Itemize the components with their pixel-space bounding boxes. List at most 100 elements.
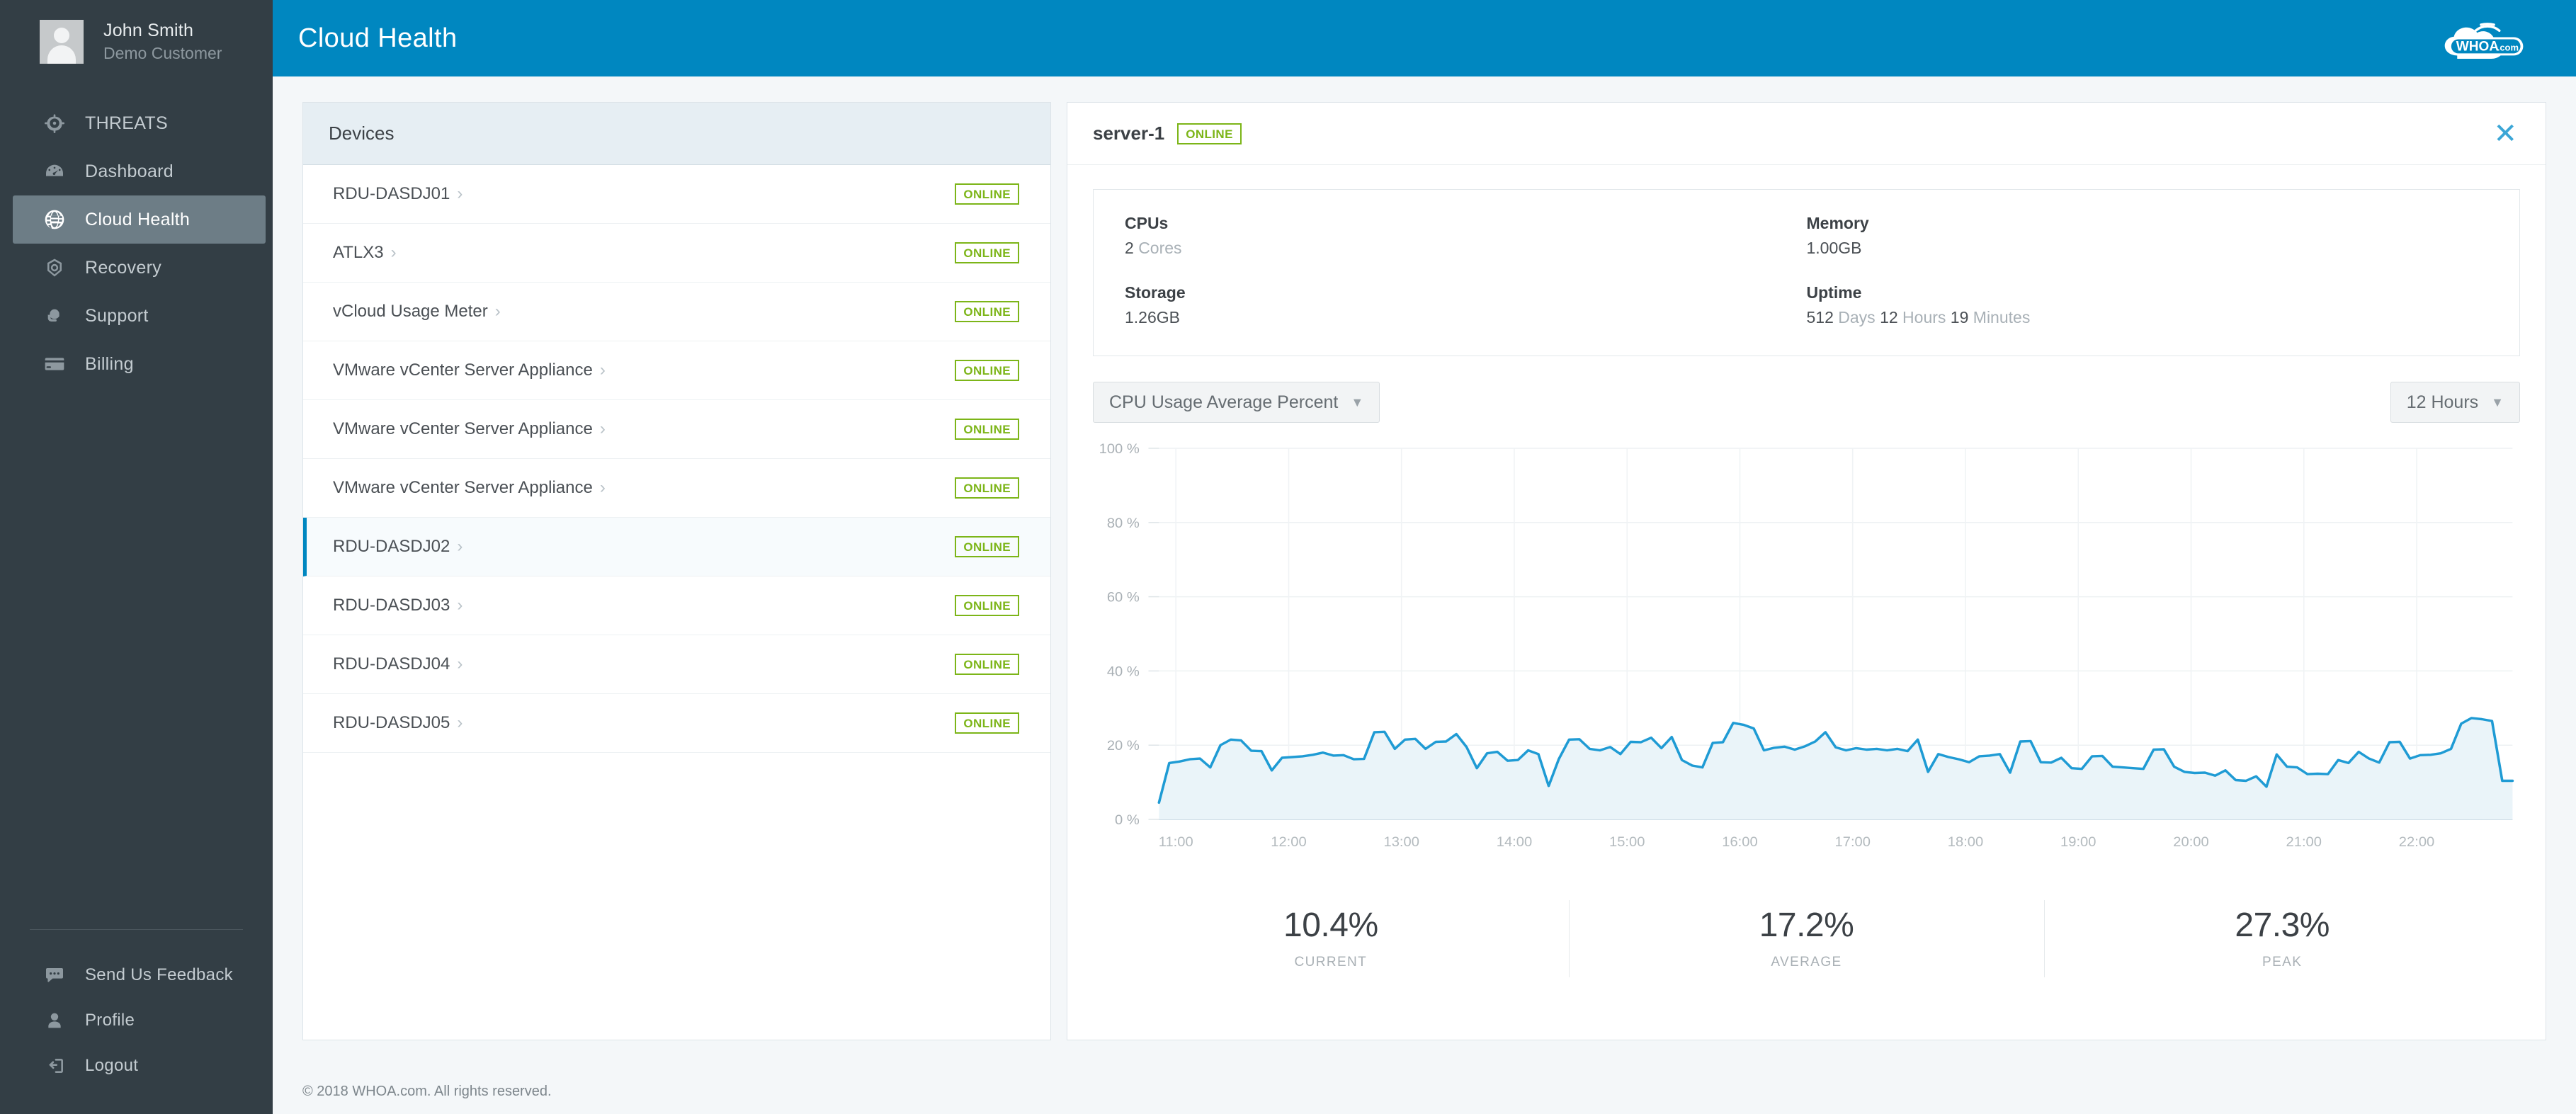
sidebar-item-label: Cloud Health <box>85 209 191 229</box>
uptime-hours-unit: Hours <box>1902 308 1946 326</box>
footer-text: © 2018 WHOA.com. All rights reserved. <box>302 1084 552 1099</box>
x-axis-label: 22:00 <box>2399 835 2435 850</box>
stat-average: 17.2% AVERAGE <box>1568 900 2045 984</box>
sidebar-item-recovery[interactable]: Recovery <box>13 244 266 292</box>
secondary-nav: Send Us Feedback Profile Logout <box>0 929 273 1114</box>
sidebar-item-label: Support <box>85 305 149 326</box>
status-badge: ONLINE <box>955 360 1019 381</box>
x-axis-label: 18:00 <box>1948 835 1984 850</box>
x-axis-label: 17:00 <box>1835 835 1871 850</box>
support-agent-icon <box>42 304 67 328</box>
device-row[interactable]: RDU-DASDJ05 › ONLINE <box>303 694 1050 753</box>
device-name: RDU-DASDJ05 › <box>320 713 463 733</box>
time-range-select[interactable]: 12 Hours ▼ <box>2390 382 2520 423</box>
uptime-minutes: 19 <box>1950 308 1969 326</box>
device-row[interactable]: VMware vCenter Server Appliance › ONLINE <box>303 459 1050 518</box>
device-name-text: RDU-DASDJ03 <box>333 596 450 615</box>
spec-value: 1.00GB <box>1806 239 1862 257</box>
logout-icon <box>42 1054 67 1078</box>
device-name-text: RDU-DASDJ04 <box>333 654 450 673</box>
primary-nav: THREATS Dashboard Cloud Health Recovery <box>0 82 273 388</box>
device-row[interactable]: RDU-DASDJ03 › ONLINE <box>303 576 1050 635</box>
chevron-right-icon: › <box>599 360 606 380</box>
device-row[interactable]: VMware vCenter Server Appliance › ONLINE <box>303 341 1050 400</box>
status-badge: ONLINE <box>955 301 1019 322</box>
close-icon[interactable]: ✕ <box>2493 120 2517 148</box>
sidebar-item-support[interactable]: Support <box>13 292 266 340</box>
chevron-right-icon: › <box>599 478 606 497</box>
status-badge: ONLINE <box>955 536 1019 557</box>
device-detail-title: server-1 <box>1093 123 1165 144</box>
spec-storage: Storage 1.26GB <box>1125 283 1807 327</box>
sidebar-item-label: THREATS <box>85 113 168 133</box>
y-axis-label: 100 % <box>1099 442 1140 457</box>
device-row[interactable]: VMware vCenter Server Appliance › ONLINE <box>303 400 1050 459</box>
recovery-icon <box>42 256 67 280</box>
whoa-logo[interactable]: WHOA .com <box>2433 18 2542 59</box>
status-badge: ONLINE <box>955 477 1019 499</box>
chart-area-fill <box>1159 717 2513 819</box>
stat-value: 17.2% <box>1759 906 1854 944</box>
device-row[interactable]: RDU-DASDJ04 › ONLINE <box>303 635 1050 694</box>
gauge-icon <box>42 159 67 183</box>
x-axis-label: 16:00 <box>1722 835 1758 850</box>
sidebar-item-threats[interactable]: THREATS <box>13 99 266 147</box>
device-row[interactable]: ATLX3 › ONLINE <box>303 224 1050 283</box>
x-axis-label: 20:00 <box>2173 835 2209 850</box>
device-name-text: VMware vCenter Server Appliance <box>333 419 593 438</box>
spec-value: 1.26GB <box>1125 308 1180 326</box>
uptime-days-unit: Days <box>1838 308 1876 326</box>
x-axis-label: 13:00 <box>1384 835 1420 850</box>
x-axis-label: 21:00 <box>2286 835 2322 850</box>
device-name: vCloud Usage Meter › <box>320 302 501 322</box>
status-badge: ONLINE <box>955 595 1019 616</box>
spec-label: CPUs <box>1125 214 1169 232</box>
nav-divider <box>30 929 243 930</box>
credit-card-icon <box>42 352 67 376</box>
uptime-days: 512 <box>1806 308 1834 326</box>
y-axis-label: 80 % <box>1107 516 1140 530</box>
sidebar-item-send-us-feedback[interactable]: Send Us Feedback <box>13 953 266 998</box>
sidebar-item-dashboard[interactable]: Dashboard <box>13 147 266 195</box>
cpu-usage-chart[interactable]: 0 % 20 % 40 % 60 % 80 % 100 % 11:00 12:00 13:00 1… <box>1093 438 2520 863</box>
chevron-right-icon: › <box>457 596 463 615</box>
chevron-right-icon: › <box>390 243 397 262</box>
y-axis-label: 0 % <box>1115 813 1140 828</box>
sidebar-item-label: Logout <box>85 1056 139 1075</box>
spec-label: Memory <box>1806 214 1869 232</box>
device-row[interactable]: RDU-DASDJ02 › ONLINE <box>303 518 1050 576</box>
x-axis-label: 19:00 <box>2060 835 2096 850</box>
sidebar-item-billing[interactable]: Billing <box>13 340 266 388</box>
spec-cpus: CPUs 2 Cores <box>1125 214 1807 258</box>
spec-memory: Memory 1.00GB <box>1807 214 2489 258</box>
target-icon <box>42 111 67 135</box>
sidebar-item-label: Dashboard <box>85 161 174 181</box>
svg-text:.com: .com <box>2497 42 2519 53</box>
x-axis-label: 14:00 <box>1497 835 1533 850</box>
stat-peak: 27.3% PEAK <box>2044 900 2520 984</box>
devices-panel-title: Devices <box>329 123 395 144</box>
status-badge: ONLINE <box>1177 123 1242 144</box>
device-name-text: VMware vCenter Server Appliance <box>333 478 593 497</box>
device-row[interactable]: vCloud Usage Meter › ONLINE <box>303 283 1050 341</box>
chat-bubble-icon <box>42 963 67 987</box>
metric-select[interactable]: CPU Usage Average Percent ▼ <box>1093 382 1380 423</box>
sidebar-item-logout[interactable]: Logout <box>13 1043 266 1089</box>
sidebar-item-label: Recovery <box>85 257 161 278</box>
person-icon <box>42 1008 67 1033</box>
sidebar: John Smith Demo Customer THREATS Dashboa… <box>0 0 273 1114</box>
device-row[interactable]: RDU-DASDJ01 › ONLINE <box>303 165 1050 224</box>
device-detail-panel: server-1 ONLINE ✕ CPUs 2 Cores Memory 1.… <box>1067 102 2546 1040</box>
uptime-hours: 12 <box>1880 308 1898 326</box>
device-name-text: VMware vCenter Server Appliance <box>333 360 593 380</box>
device-name-text: RDU-DASDJ01 <box>333 184 450 203</box>
x-axis-label: 11:00 <box>1159 835 1193 850</box>
sidebar-item-profile[interactable]: Profile <box>13 998 266 1043</box>
x-axis-label: 12:00 <box>1271 835 1307 850</box>
avatar <box>40 20 84 64</box>
sidebar-item-cloud-health[interactable]: Cloud Health <box>13 195 266 244</box>
user-role: Demo Customer <box>103 44 222 62</box>
status-badge: ONLINE <box>955 712 1019 734</box>
user-block[interactable]: John Smith Demo Customer <box>0 0 273 82</box>
device-name: RDU-DASDJ02 › <box>324 537 463 557</box>
